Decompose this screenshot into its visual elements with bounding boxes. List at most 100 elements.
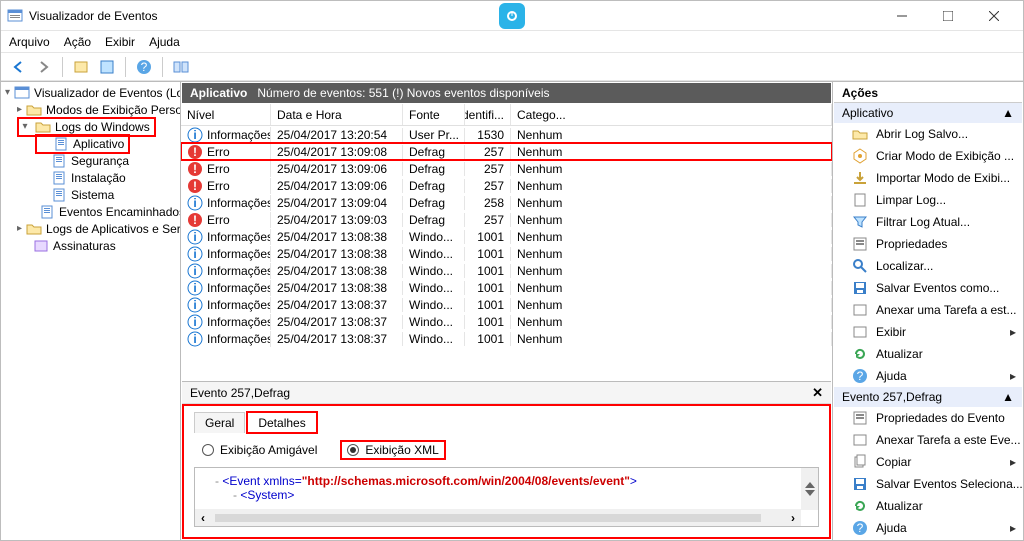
action-item[interactable]: Exibir▸ <box>834 321 1022 343</box>
svg-text:i: i <box>193 264 196 278</box>
toolbar-help-button[interactable]: ? <box>133 56 155 78</box>
tab-general[interactable]: Geral <box>194 412 245 433</box>
action-item[interactable]: Atualizar <box>834 495 1022 517</box>
collapse-icon: ▲ <box>1002 390 1014 404</box>
event-row[interactable]: iInformações25/04/2017 13:09:04Defrag258… <box>181 194 832 211</box>
tree-item[interactable]: ▸Modos de Exibição Personali <box>1 101 180 118</box>
svg-text:?: ? <box>141 60 148 74</box>
tab-details[interactable]: Detalhes <box>247 412 316 433</box>
action-item[interactable]: Filtrar Log Atual... <box>834 211 1022 233</box>
event-source: Windo... <box>403 315 465 329</box>
col-source[interactable]: Fonte <box>403 104 465 125</box>
event-id: 1001 <box>465 281 511 295</box>
action-item[interactable]: Propriedades <box>834 233 1022 255</box>
maximize-button[interactable] <box>925 1 971 31</box>
col-id[interactable]: Identifi... <box>465 104 511 125</box>
event-grid[interactable]: iInformações25/04/2017 13:20:54User Pr..… <box>181 126 832 380</box>
save-icon <box>852 280 868 296</box>
minimize-button[interactable] <box>879 1 925 31</box>
xml-scrollbar-h[interactable]: ‹ › <box>195 509 801 526</box>
tree-item[interactable]: Sistema <box>1 186 180 203</box>
event-row[interactable]: iInformações25/04/2017 13:08:38Windo...1… <box>181 228 832 245</box>
event-row[interactable]: iInformações25/04/2017 13:20:54User Pr..… <box>181 126 832 143</box>
radio-friendly-view[interactable]: Exibição Amigável <box>202 443 317 457</box>
action-item[interactable]: Anexar uma Tarefa a est... <box>834 299 1022 321</box>
tree-root[interactable]: ▾ Visualizador de Eventos (Local) <box>1 84 180 101</box>
help-icon: ? <box>852 520 868 536</box>
action-item[interactable]: Criar Modo de Exibição ... <box>834 145 1022 167</box>
event-id: 257 <box>465 179 511 193</box>
action-item[interactable]: Copiar▸ <box>834 451 1022 473</box>
filter-icon <box>852 214 868 230</box>
action-item[interactable]: Propriedades do Evento <box>834 407 1022 429</box>
nav-back-button[interactable] <box>7 56 29 78</box>
actions-section-header[interactable]: Aplicativo▲ <box>834 103 1022 123</box>
action-item[interactable]: ?Ajuda▸ <box>834 517 1022 539</box>
event-date: 25/04/2017 13:08:37 <box>271 332 403 346</box>
svg-text:i: i <box>193 247 196 261</box>
svg-text:!: ! <box>193 213 197 227</box>
folder-icon <box>26 221 42 237</box>
action-item[interactable]: Atualizar <box>834 343 1022 365</box>
event-row[interactable]: !Erro25/04/2017 13:09:06Defrag257Nenhum <box>181 177 832 194</box>
tree-item-label: Logs do Windows <box>55 120 150 134</box>
menu-action[interactable]: Ação <box>64 35 91 49</box>
action-item[interactable]: Abrir Log Salvo... <box>834 123 1022 145</box>
event-category: Nenhum <box>511 230 832 244</box>
action-item[interactable]: ?Ajuda▸ <box>834 365 1022 387</box>
tree-item[interactable]: ▸Logs de Aplicativos e Serviço <box>1 220 180 237</box>
svg-text:?: ? <box>857 369 864 383</box>
actions-list: Aplicativo▲Abrir Log Salvo...Criar Modo … <box>834 103 1022 539</box>
col-level[interactable]: Nível <box>181 104 271 125</box>
toolbar-action-2[interactable] <box>96 56 118 78</box>
event-date: 25/04/2017 13:09:04 <box>271 196 403 210</box>
action-item-label: Filtrar Log Atual... <box>876 215 970 229</box>
toolbar: ? <box>1 53 1023 81</box>
tree-item[interactable]: Instalação <box>1 169 180 186</box>
event-row[interactable]: !Erro25/04/2017 13:09:06Defrag257Nenhum <box>181 160 832 177</box>
radio-xml-view[interactable]: Exibição XML <box>341 441 444 459</box>
save-icon <box>852 476 868 492</box>
event-row[interactable]: !Erro25/04/2017 13:09:03Defrag257Nenhum <box>181 211 832 228</box>
event-row[interactable]: iInformações25/04/2017 13:08:38Windo...1… <box>181 279 832 296</box>
event-row[interactable]: iInformações25/04/2017 13:08:37Windo...1… <box>181 330 832 347</box>
event-source: User Pr... <box>403 128 465 142</box>
tree-item[interactable]: Assinaturas <box>1 237 180 254</box>
toolbar-action-3[interactable] <box>170 56 192 78</box>
action-item[interactable]: Limpar Log... <box>834 189 1022 211</box>
action-item[interactable]: Importar Modo de Exibi... <box>834 167 1022 189</box>
tree-item[interactable]: Segurança <box>1 152 180 169</box>
event-row[interactable]: iInformações25/04/2017 13:08:38Windo...1… <box>181 262 832 279</box>
tree-item[interactable]: ▾Logs do Windows <box>1 118 180 135</box>
detail-close-button[interactable]: ✕ <box>812 385 823 401</box>
col-category[interactable]: Catego... <box>511 104 832 125</box>
event-id: 257 <box>465 213 511 227</box>
action-item[interactable]: Anexar Tarefa a este Eve... <box>834 429 1022 451</box>
event-source: Defrag <box>403 196 465 210</box>
event-level: Informações <box>207 247 271 261</box>
event-row[interactable]: iInformações25/04/2017 13:08:37Windo...1… <box>181 313 832 330</box>
info-icon: i <box>187 229 203 245</box>
actions-section-header[interactable]: Evento 257,Defrag▲ <box>834 387 1022 407</box>
menu-file[interactable]: Arquivo <box>9 35 50 49</box>
close-button[interactable] <box>971 1 1017 31</box>
toolbar-action-1[interactable] <box>70 56 92 78</box>
event-date: 25/04/2017 13:09:03 <box>271 213 403 227</box>
menu-view[interactable]: Exibir <box>105 35 135 49</box>
xml-scrollbar-v[interactable] <box>801 468 818 510</box>
action-item[interactable]: Salvar Eventos como... <box>834 277 1022 299</box>
tree-item[interactable]: Eventos Encaminhados <box>1 203 180 220</box>
event-row[interactable]: !Erro25/04/2017 13:09:08Defrag257Nenhum <box>181 143 832 160</box>
event-source: Defrag <box>403 162 465 176</box>
menu-help[interactable]: Ajuda <box>149 35 180 49</box>
nav-forward-button[interactable] <box>33 56 55 78</box>
center-overlay-button[interactable] <box>499 3 525 29</box>
event-category: Nenhum <box>511 247 832 261</box>
event-row[interactable]: iInformações25/04/2017 13:08:37Windo...1… <box>181 296 832 313</box>
action-item[interactable]: Localizar... <box>834 255 1022 277</box>
chevron-right-icon: ▸ <box>1010 521 1016 535</box>
action-item[interactable]: Salvar Eventos Seleciona... <box>834 473 1022 495</box>
tree-item[interactable]: Aplicativo <box>1 135 180 152</box>
col-date[interactable]: Data e Hora <box>271 104 403 125</box>
event-row[interactable]: iInformações25/04/2017 13:08:38Windo...1… <box>181 245 832 262</box>
